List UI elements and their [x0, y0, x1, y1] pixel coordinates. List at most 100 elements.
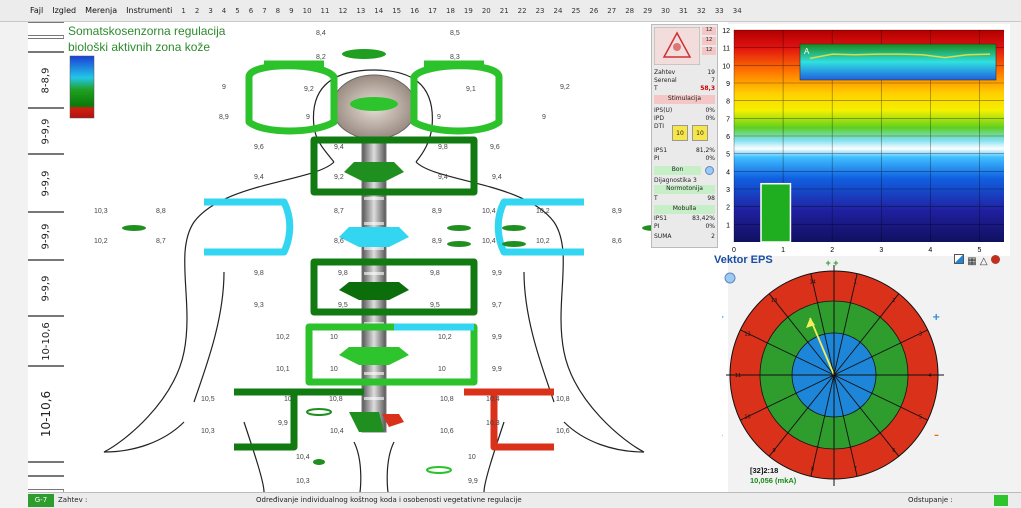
- info-ips1: IPS1 81,2%: [654, 147, 715, 154]
- zone-value: 10,1: [276, 366, 290, 373]
- zone-value: 10,3: [296, 478, 310, 485]
- chart-ytick-label: 9: [726, 81, 730, 88]
- tab-29[interactable]: 29: [643, 7, 652, 15]
- mobulla-tag[interactable]: Mobulla: [654, 205, 715, 214]
- tab-25[interactable]: 25: [571, 7, 580, 15]
- zone-value: 8,6: [612, 238, 622, 245]
- zone-value: 8,9: [432, 238, 442, 245]
- menu-view[interactable]: Izgled: [52, 6, 76, 15]
- tab-26[interactable]: 26: [589, 7, 598, 15]
- tab-27[interactable]: 27: [607, 7, 616, 15]
- tab-14[interactable]: 14: [374, 7, 383, 15]
- tab-20[interactable]: 20: [482, 7, 491, 15]
- tab-24[interactable]: 24: [554, 7, 563, 15]
- zone-value: 8,5: [450, 30, 460, 37]
- zone-value: 8,7: [156, 238, 166, 245]
- tab-2[interactable]: 2: [195, 7, 199, 15]
- body-map[interactable]: Somatskosenzorna regulacija biološki akt…: [64, 22, 728, 492]
- zone-value: 9,5: [338, 302, 348, 309]
- info-serenal: Serenal 7: [654, 77, 715, 84]
- info-diagnostika: Dijagnostika 3: [654, 177, 697, 184]
- menu-file[interactable]: Fajl: [30, 6, 43, 15]
- tab-1[interactable]: 1: [181, 7, 185, 15]
- scale-row-1[interactable]: 8-8,9: [28, 52, 64, 108]
- zone-value: 9,4: [254, 174, 264, 181]
- triangle-icon[interactable]: △: [980, 256, 988, 267]
- tab-13[interactable]: 13: [356, 7, 365, 15]
- tab-23[interactable]: 23: [536, 7, 545, 15]
- tab-7[interactable]: 7: [262, 7, 266, 15]
- eps-readout-2: 10,056 (mkA): [750, 476, 797, 485]
- head-thumbnail[interactable]: [654, 27, 700, 65]
- eps-sector-number: 5: [919, 415, 922, 421]
- tab-15[interactable]: 15: [392, 7, 401, 15]
- chart-ytick-label: 1: [726, 222, 730, 229]
- zone-value: 10,2: [438, 334, 452, 341]
- level-bar-chart[interactable]: 123456789101112 012345 A: [720, 24, 1010, 256]
- record-icon[interactable]: [990, 255, 1000, 264]
- body-title-line2: biološki aktivnih zona kože: [68, 40, 211, 54]
- eps-vector-dial[interactable]: + + 1234567891011121314 + + – – [32]2:18…: [722, 258, 948, 494]
- zone-value: 9,3: [254, 302, 264, 309]
- status-bar: G-7 Zahtev : Određivanje individualnog k…: [28, 492, 1021, 508]
- scale-row-5[interactable]: 9-9,9: [28, 260, 64, 316]
- zone-value: 9,4: [492, 174, 502, 181]
- eps-sector-number: 14: [809, 279, 815, 285]
- scale-row-2[interactable]: 9-9,9: [28, 108, 64, 154]
- tab-17[interactable]: 17: [428, 7, 437, 15]
- grid-icon[interactable]: ▦: [967, 256, 976, 267]
- menu-measurements[interactable]: Merenja: [85, 6, 117, 15]
- info-panel: 12 12 12 Zahtev 19 Serenal 7 T 58,3 Stimula…: [651, 24, 718, 248]
- tab-21[interactable]: 21: [500, 7, 509, 15]
- eps-sector-number: 11: [735, 373, 741, 379]
- stimulacija-tag[interactable]: Stimulacija: [654, 95, 715, 104]
- tab-22[interactable]: 22: [518, 7, 527, 15]
- info-pi2: PI 0%: [654, 223, 715, 230]
- chart-ytick-label: 10: [722, 63, 730, 70]
- menu-instruments[interactable]: Instrumenti: [126, 6, 172, 15]
- tab-5[interactable]: 5: [235, 7, 239, 15]
- tab-33[interactable]: 33: [715, 7, 724, 15]
- eps-sector-number: 10: [744, 415, 750, 421]
- eps-sector-number: 4: [928, 373, 931, 379]
- tab-9[interactable]: 9: [289, 7, 293, 15]
- chart-type-icon[interactable]: [954, 254, 964, 264]
- chart-tools: ▦ △: [954, 254, 1000, 267]
- zone-value: 10,2: [536, 238, 550, 245]
- scale-row-7[interactable]: 10-10,6: [28, 366, 64, 462]
- dti-box-1[interactable]: 10: [672, 125, 688, 141]
- zone-value: 10,8: [556, 396, 570, 403]
- tab-6[interactable]: 6: [249, 7, 253, 15]
- zone-head-top: [342, 49, 386, 59]
- tab-11[interactable]: 11: [321, 7, 330, 15]
- tab-8[interactable]: 8: [276, 7, 280, 15]
- info-circle-icon[interactable]: [705, 166, 714, 175]
- tab-19[interactable]: 19: [464, 7, 473, 15]
- tab-18[interactable]: 18: [446, 7, 455, 15]
- tab-12[interactable]: 12: [338, 7, 347, 15]
- tab-3[interactable]: 3: [208, 7, 212, 15]
- chart-ytick-label: 3: [726, 187, 730, 194]
- zone-value: 10,4: [296, 454, 310, 461]
- zone-value: 9,8: [430, 270, 440, 277]
- tab-31[interactable]: 31: [679, 7, 688, 15]
- chart-xtick-label: 5: [978, 247, 982, 254]
- bon-tag[interactable]: Bon: [654, 166, 701, 175]
- tab-34[interactable]: 34: [733, 7, 742, 15]
- scale-row-3[interactable]: 9-9,9: [28, 154, 64, 212]
- scale-row-6[interactable]: 10-10,6: [28, 316, 64, 366]
- tab-30[interactable]: 30: [661, 7, 670, 15]
- tab-28[interactable]: 28: [625, 7, 634, 15]
- tab-16[interactable]: 16: [410, 7, 419, 15]
- tab-4[interactable]: 4: [222, 7, 226, 15]
- chart-bar: [760, 182, 792, 243]
- svg-text:–: –: [934, 430, 939, 441]
- tab-10[interactable]: 10: [303, 7, 312, 15]
- eps-sector-number: 13: [771, 298, 777, 304]
- dti-box-2[interactable]: 10: [692, 125, 708, 141]
- chart-ytick-label: 4: [726, 169, 730, 176]
- tab-32[interactable]: 32: [697, 7, 706, 15]
- scale-row-4[interactable]: 9-9,9: [28, 212, 64, 260]
- svg-text:–: –: [722, 430, 723, 441]
- normotonija-tag[interactable]: Normotonija: [654, 185, 715, 194]
